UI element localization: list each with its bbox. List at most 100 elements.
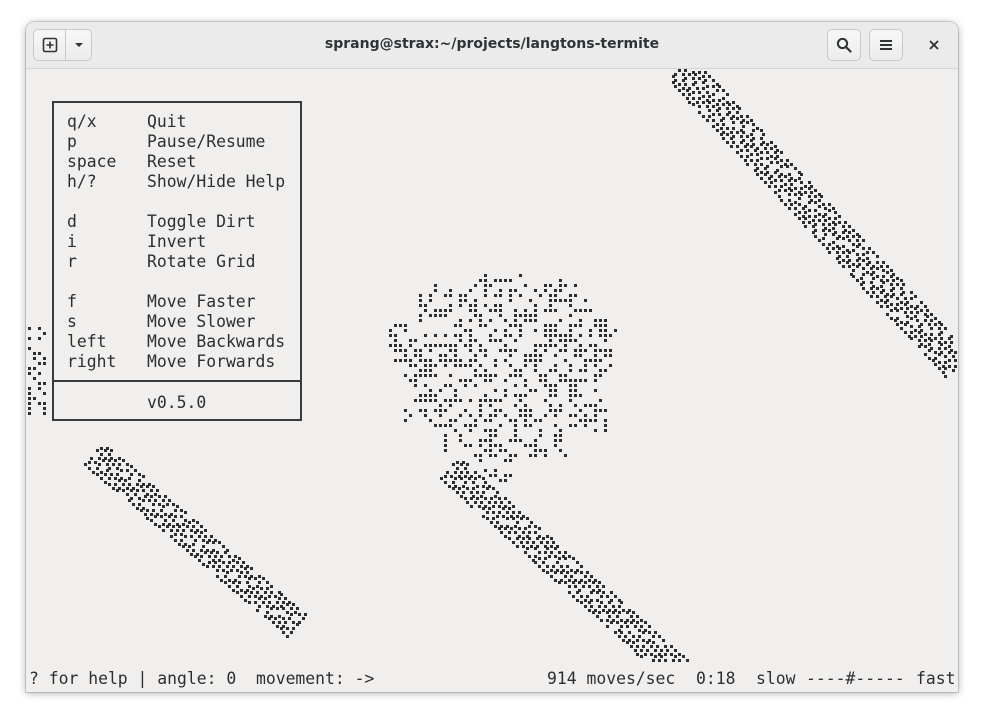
grid-cell bbox=[222, 545, 225, 548]
grid-cell bbox=[599, 399, 602, 402]
grid-cell bbox=[128, 499, 131, 502]
grid-cell bbox=[200, 531, 203, 534]
grid-cell bbox=[216, 569, 219, 572]
grid-cell bbox=[264, 591, 267, 594]
grid-cell bbox=[469, 339, 472, 342]
grid-cell bbox=[569, 304, 572, 307]
grid-cell bbox=[938, 333, 941, 336]
grid-cell bbox=[554, 329, 557, 332]
grid-cell bbox=[856, 279, 859, 282]
grid-cell bbox=[479, 399, 482, 402]
grid-cell bbox=[112, 463, 115, 466]
grid-cell bbox=[886, 271, 889, 274]
grid-cell bbox=[479, 344, 482, 347]
grid-cell bbox=[529, 314, 532, 317]
grid-cell bbox=[930, 313, 933, 316]
grid-cell bbox=[489, 449, 492, 452]
close-button[interactable] bbox=[922, 33, 946, 57]
grid-cell bbox=[658, 659, 661, 662]
grid-cell bbox=[594, 374, 597, 377]
grid-cell bbox=[599, 324, 602, 327]
grid-cell bbox=[519, 274, 522, 277]
grid-cell bbox=[439, 309, 442, 312]
grid-cell bbox=[490, 497, 493, 500]
grid-cell bbox=[856, 265, 859, 268]
grid-cell bbox=[910, 311, 913, 314]
grid-cell bbox=[774, 179, 777, 182]
grid-cell bbox=[504, 279, 507, 282]
grid-cell bbox=[204, 529, 207, 532]
speed-slow-label: slow bbox=[756, 669, 796, 688]
grid-cell bbox=[698, 97, 701, 100]
grid-cell bbox=[554, 409, 557, 412]
help-key: right bbox=[67, 352, 117, 371]
grid-cell bbox=[150, 495, 153, 498]
grid-cell bbox=[489, 319, 492, 322]
grid-cell bbox=[866, 251, 869, 254]
grid-cell bbox=[292, 627, 295, 630]
grid-cell bbox=[124, 479, 127, 482]
grid-cell bbox=[770, 161, 773, 164]
help-panel: q/x Quit p Pause/Resume space Reset h/? Show/Hi… bbox=[52, 101, 302, 421]
grid-cell bbox=[489, 439, 492, 442]
grid-cell bbox=[582, 585, 585, 588]
grid-cell bbox=[434, 374, 437, 377]
grid-cell bbox=[250, 567, 253, 570]
grid-cell bbox=[282, 631, 285, 634]
grid-cell bbox=[774, 191, 777, 194]
search-button[interactable] bbox=[827, 29, 861, 61]
grid-cell bbox=[544, 379, 547, 382]
grid-cell bbox=[498, 527, 501, 530]
grid-cell bbox=[444, 354, 447, 357]
grid-cell bbox=[599, 409, 602, 412]
grid-cell bbox=[439, 359, 442, 362]
grid-cell bbox=[569, 364, 572, 367]
grid-cell bbox=[28, 347, 31, 350]
grid-cell bbox=[454, 471, 457, 474]
grid-cell bbox=[856, 259, 859, 262]
grid-cell bbox=[604, 319, 607, 322]
grid-cell bbox=[100, 447, 103, 450]
grid-cell bbox=[608, 615, 611, 618]
grid-cell bbox=[429, 369, 432, 372]
grid-cell bbox=[296, 607, 299, 610]
grid-cell bbox=[539, 419, 542, 422]
grid-cell bbox=[688, 93, 691, 96]
grid-cell bbox=[608, 601, 611, 604]
grid-cell bbox=[828, 223, 831, 226]
grid-cell bbox=[459, 439, 462, 442]
grid-cell bbox=[924, 345, 927, 348]
grid-cell bbox=[770, 147, 773, 150]
grid-cell bbox=[220, 555, 223, 558]
grid-cell bbox=[134, 493, 137, 496]
grid-cell bbox=[524, 419, 527, 422]
grid-cell bbox=[896, 277, 899, 280]
grid-cell bbox=[934, 363, 937, 366]
grid-cell bbox=[278, 597, 281, 600]
grid-cell bbox=[539, 434, 542, 437]
grid-cell bbox=[114, 483, 117, 486]
grid-cell bbox=[890, 269, 893, 272]
grid-cell bbox=[852, 235, 855, 238]
menu-button[interactable] bbox=[869, 29, 903, 61]
grid-cell bbox=[434, 364, 437, 367]
grid-cell bbox=[740, 155, 743, 158]
grid-cell bbox=[120, 469, 123, 472]
grid-cell bbox=[496, 515, 499, 518]
grid-cell bbox=[514, 339, 517, 342]
grid-cell bbox=[756, 153, 759, 156]
grid-cell bbox=[534, 454, 537, 457]
grid-cell bbox=[702, 95, 705, 98]
grid-cell bbox=[732, 121, 735, 124]
grid-cell bbox=[596, 585, 599, 588]
terminal-area[interactable]: q/x Quit p Pause/Resume space Reset h/? Show/Hi… bbox=[26, 69, 958, 692]
grid-cell bbox=[636, 639, 639, 642]
grid-cell bbox=[528, 555, 531, 558]
grid-cell bbox=[429, 294, 432, 297]
grid-cell bbox=[876, 287, 879, 290]
grid-cell bbox=[142, 499, 145, 502]
grid-cell bbox=[870, 273, 873, 276]
grid-cell bbox=[534, 359, 537, 362]
grid-cell bbox=[574, 384, 577, 387]
grid-cell bbox=[484, 289, 487, 292]
